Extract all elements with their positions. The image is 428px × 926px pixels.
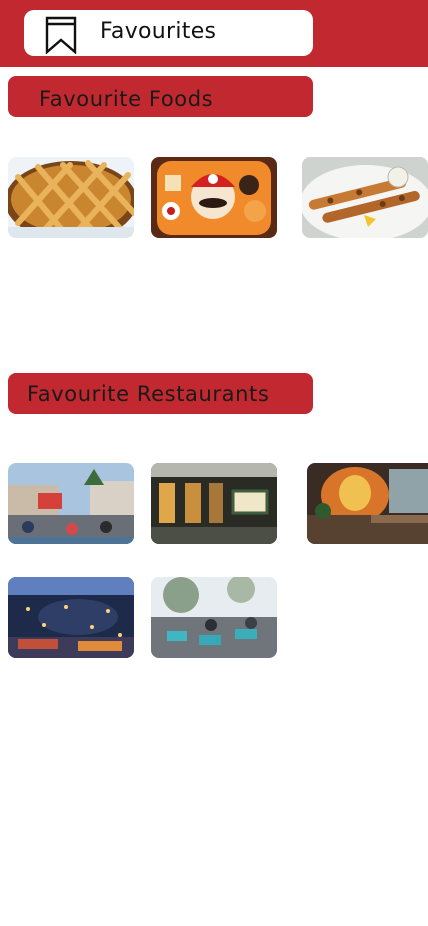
restaurant-thumb-night-market[interactable] xyxy=(8,577,134,658)
restaurant-thumb-street-cafe[interactable] xyxy=(151,463,277,544)
food-thumb-lattice-pie[interactable] xyxy=(8,157,134,238)
app-header: Favourites xyxy=(0,0,428,67)
food-thumb-mario-bento[interactable] xyxy=(151,157,277,238)
section-title-restaurants: Favourite Restaurants xyxy=(27,382,270,406)
header-title-pill: Favourites xyxy=(24,10,313,56)
food-thumb-chicken-skewers[interactable] xyxy=(302,157,428,238)
restaurant-thumb-mural-dining[interactable] xyxy=(307,463,428,544)
section-header-foods: Favourite Foods xyxy=(8,76,313,117)
section-title-foods: Favourite Foods xyxy=(39,87,214,111)
section-header-restaurants: Favourite Restaurants xyxy=(8,373,313,414)
bookmark-icon[interactable] xyxy=(44,16,78,54)
restaurant-thumb-outdoor-courtyard[interactable] xyxy=(8,463,134,544)
restaurant-thumb-garden-terrace[interactable] xyxy=(151,577,277,658)
page-title: Favourites xyxy=(100,19,217,44)
